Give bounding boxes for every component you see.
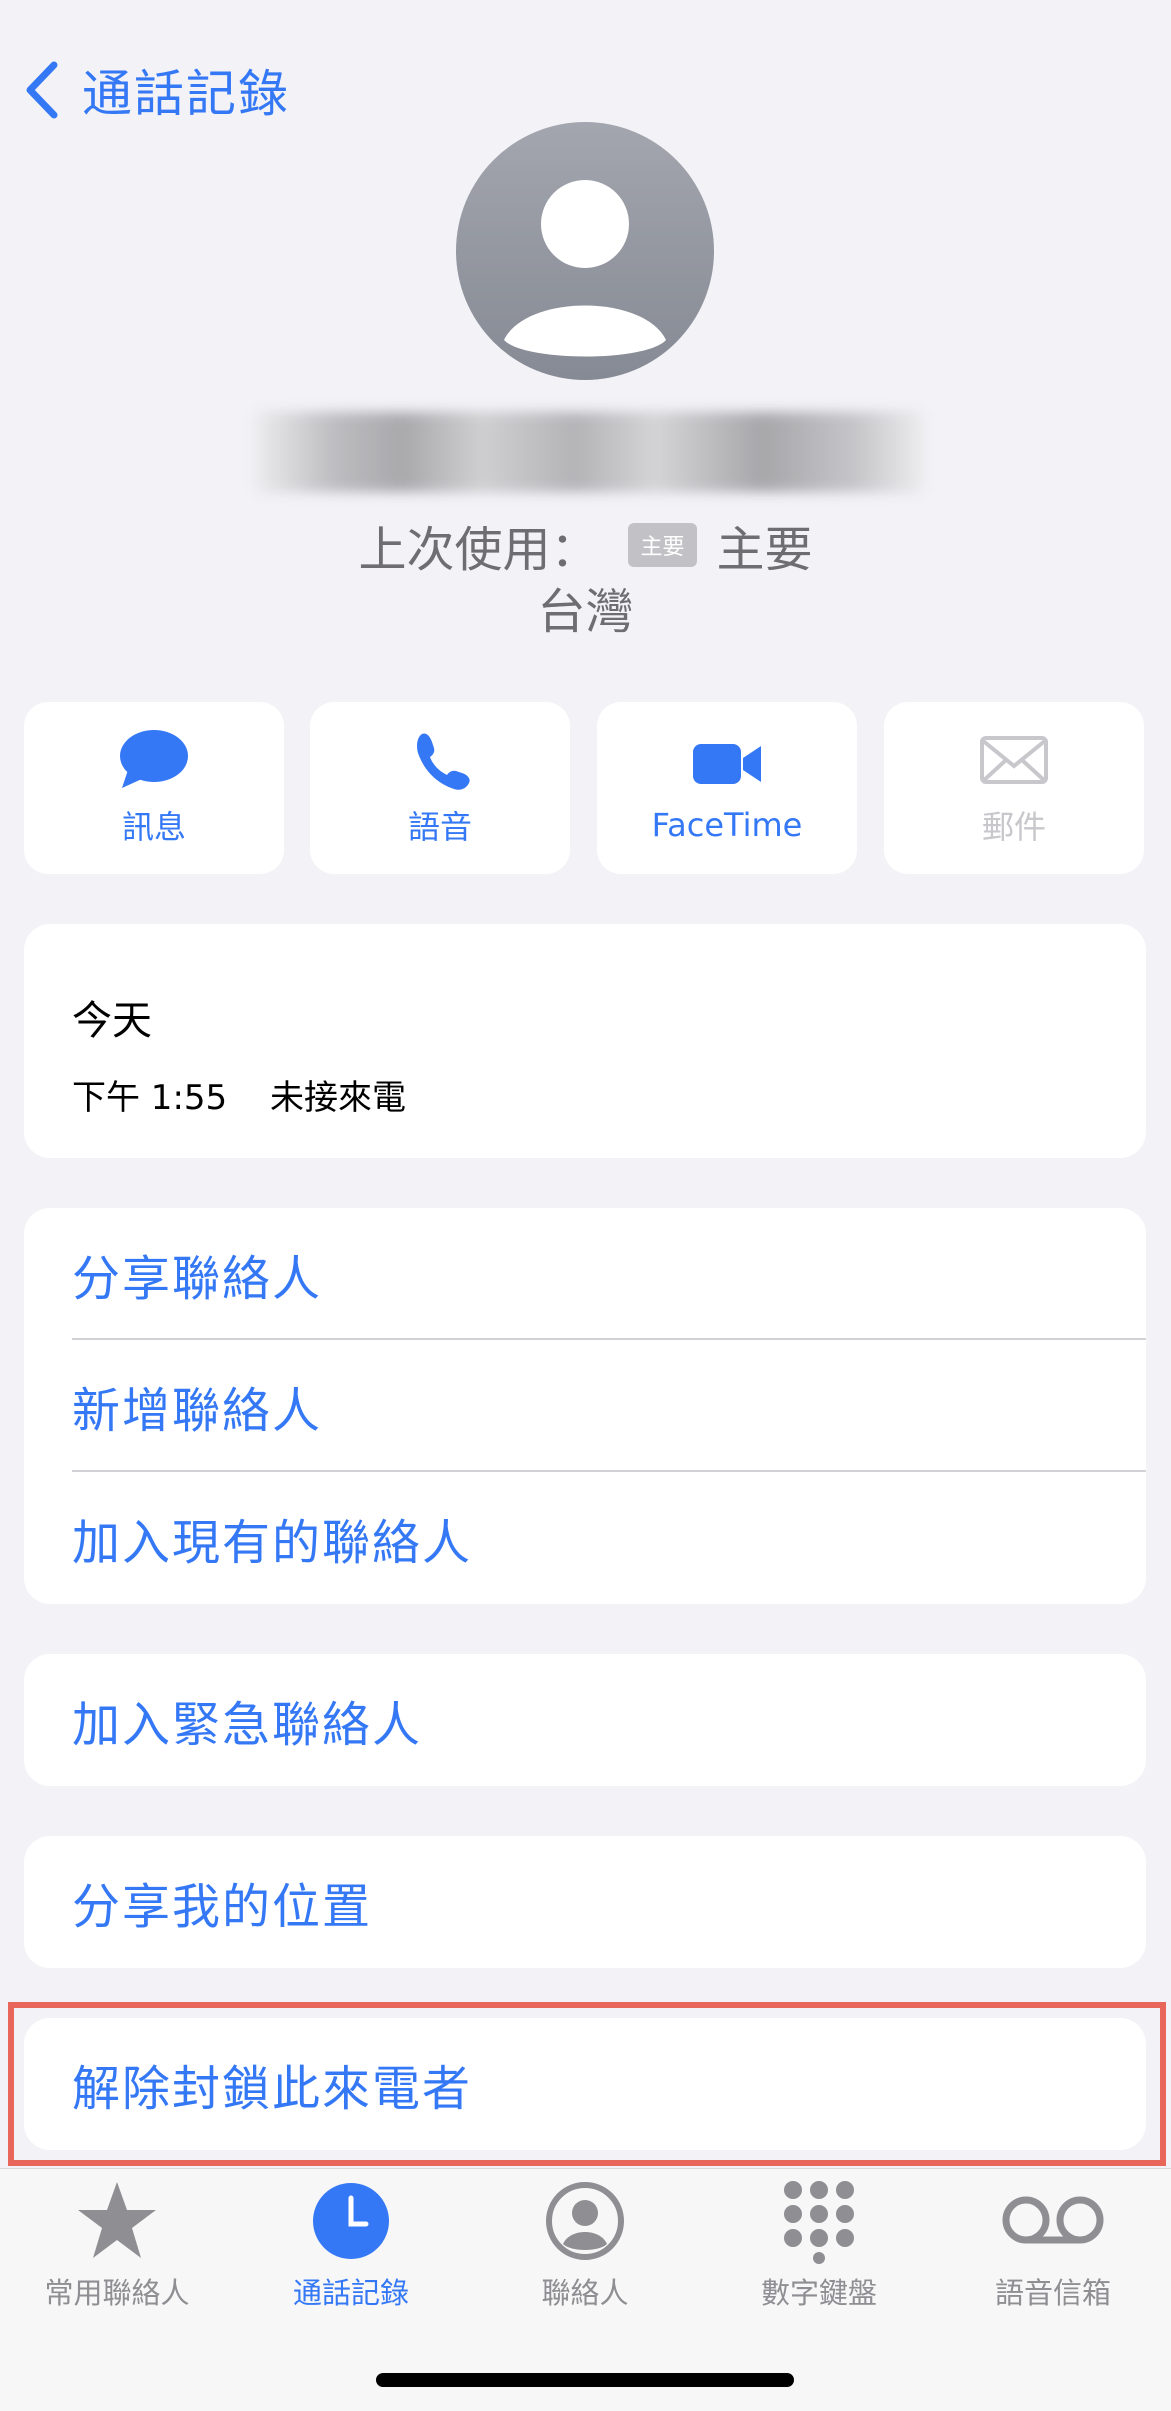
call-status: 未接來電 bbox=[270, 1078, 406, 1118]
last-used-value: 主要 bbox=[716, 522, 813, 578]
primary-tag-badge: 主要 bbox=[628, 523, 697, 567]
voice-call-button-label: 語音 bbox=[407, 808, 472, 846]
tab-keypad-label: 數字鍵盤 bbox=[760, 2276, 877, 2310]
clock-icon bbox=[313, 2183, 389, 2259]
chevron-left-icon bbox=[26, 61, 58, 119]
share-contact-button[interactable]: 分享聯絡人 bbox=[24, 1208, 1146, 1340]
location-card: 分享我的位置 bbox=[24, 1836, 1146, 1968]
tab-contacts-label: 聯絡人 bbox=[541, 2276, 629, 2310]
contact-options-card: 分享聯絡人 新增聯絡人 加入現有的聯絡人 bbox=[24, 1208, 1146, 1604]
call-date: 今天 bbox=[72, 998, 152, 1044]
contact-avatar bbox=[456, 122, 714, 380]
tab-contacts[interactable]: 聯絡人 bbox=[468, 2178, 702, 2312]
highlight-box bbox=[8, 2002, 1166, 2166]
new-contact-button[interactable]: 新增聯絡人 bbox=[24, 1340, 1146, 1472]
last-used-label: 上次使用： bbox=[358, 522, 599, 578]
tab-recents[interactable]: 通話記錄 bbox=[234, 2178, 468, 2312]
facetime-button[interactable]: FaceTime bbox=[597, 702, 857, 874]
tab-voicemail-label: 語音信箱 bbox=[994, 2276, 1111, 2310]
call-log-card: 今天 下午 1:55 未接來電 bbox=[24, 924, 1146, 1158]
voice-call-button[interactable]: 語音 bbox=[310, 702, 570, 874]
share-my-location-button[interactable]: 分享我的位置 bbox=[24, 1836, 1146, 1968]
person-silhouette-icon bbox=[504, 180, 666, 357]
keypad-icon bbox=[784, 2181, 854, 2264]
message-button-label: 訊息 bbox=[121, 808, 186, 846]
mail-envelope-icon bbox=[980, 736, 1048, 784]
person-circle-icon bbox=[546, 2182, 624, 2260]
message-button[interactable]: 訊息 bbox=[24, 702, 284, 874]
contact-region: 台灣 bbox=[537, 584, 634, 640]
video-camera-icon bbox=[693, 744, 761, 784]
mail-button[interactable]: 郵件 bbox=[884, 702, 1144, 874]
home-indicator[interactable] bbox=[376, 2373, 794, 2387]
star-icon bbox=[78, 2182, 156, 2258]
emergency-card: 加入緊急聯絡人 bbox=[24, 1654, 1146, 1786]
last-used-line: 上次使用： 主要 主要 bbox=[0, 510, 1171, 580]
tab-keypad[interactable]: 數字鍵盤 bbox=[702, 2178, 936, 2312]
contact-name-redacted bbox=[255, 412, 923, 492]
add-to-existing-contact-button[interactable]: 加入現有的聯絡人 bbox=[24, 1472, 1146, 1604]
add-emergency-contact-button[interactable]: 加入緊急聯絡人 bbox=[24, 1654, 1146, 1786]
tab-recents-label: 通話記錄 bbox=[292, 2276, 409, 2310]
message-bubble-icon bbox=[120, 730, 188, 788]
facetime-button-label: FaceTime bbox=[651, 806, 803, 844]
mail-button-label: 郵件 bbox=[981, 808, 1046, 846]
phone-icon bbox=[417, 733, 470, 790]
voicemail-icon bbox=[1002, 2196, 1104, 2244]
back-label: 通話記錄 bbox=[82, 65, 290, 123]
call-time: 下午 1:55 bbox=[72, 1078, 228, 1118]
tab-favorites-label: 常用聯絡人 bbox=[44, 2276, 190, 2310]
tab-voicemail[interactable]: 語音信箱 bbox=[936, 2178, 1170, 2312]
tab-favorites[interactable]: 常用聯絡人 bbox=[0, 2178, 234, 2312]
back-button[interactable]: 通話記錄 bbox=[22, 54, 290, 126]
